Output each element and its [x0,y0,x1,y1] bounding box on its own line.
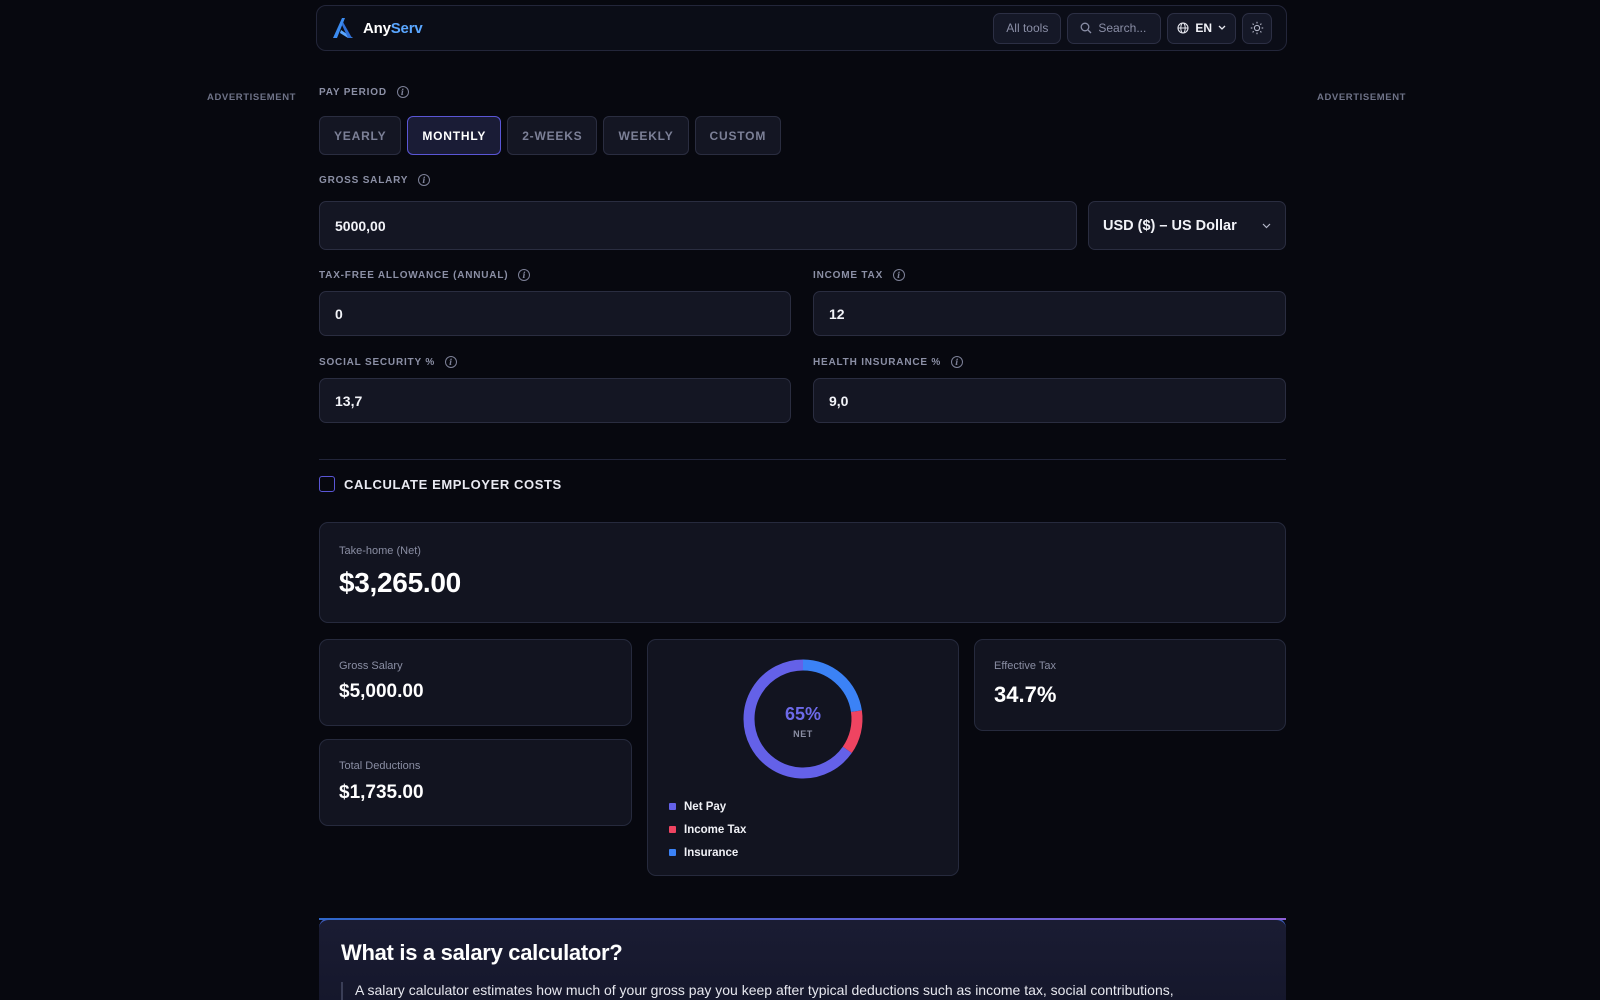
sun-icon [1250,21,1264,35]
page: AnyServ All tools Search... EN ADVERTISE… [0,0,1600,1000]
income-tax-value: 12 [829,305,845,322]
employer-costs-label: CALCULATE EMPLOYER COSTS [344,476,562,492]
info-icon[interactable]: i [893,269,906,281]
search-icon [1080,22,1092,34]
health-insurance-label: HEALTH INSURANCE % i [813,356,964,368]
gross-salary-card-value: $5,000.00 [339,681,424,702]
social-security-value: 13,7 [335,392,363,409]
health-insurance-input[interactable]: 9,0 [813,378,1286,423]
gross-salary-label: GROSS SALARY i [319,174,431,186]
salary-calculator-info-section: What is a salary calculator? A salary ca… [319,918,1286,1000]
gross-salary-card: Gross Salary $5,000.00 [319,639,632,726]
legend-swatch [669,849,676,856]
breakdown-chart-card: 65% NET Net Pay Income Tax Insurance [647,639,959,876]
effective-tax-card: Effective Tax 34.7% [974,639,1286,731]
legend-item-net-pay: Net Pay [669,795,746,818]
currency-select[interactable]: USD ($) – US Dollar [1088,201,1286,250]
info-icon[interactable]: i [518,269,531,281]
legend-item-income-tax: Income Tax [669,818,746,841]
pay-period-yearly[interactable]: YEARLY [319,116,402,155]
info-blockquote: A salary calculator estimates how much o… [341,982,1271,1000]
pay-period-label: PAY PERIOD i [319,86,409,98]
globe-icon [1177,22,1189,34]
total-deductions-value: $1,735.00 [339,782,424,803]
gross-salary-value: 5000,00 [335,217,386,234]
tax-free-allowance-label: TAX-FREE ALLOWANCE (ANNUAL) i [319,269,531,281]
legend-swatch [669,803,676,810]
form-divider [319,459,1286,460]
effective-tax-value: 34.7% [994,682,1057,707]
breakdown-donut-chart: 65% NET [743,659,863,779]
info-paragraph: A salary calculator estimates how much o… [355,982,1174,998]
legend-swatch [669,826,676,833]
gross-salary-input[interactable]: 5000,00 [319,201,1077,250]
pay-period-custom[interactable]: CUSTOM [694,116,782,155]
info-title: What is a salary calculator? [341,940,623,965]
all-tools-label: All tools [1006,21,1049,35]
info-icon[interactable]: i [418,174,431,186]
brand-name: AnyServ [363,19,423,37]
anyserv-logo-icon [333,18,353,38]
donut-percent: 65% [785,704,821,724]
pay-period-monthly[interactable]: MONTHLY [407,116,502,155]
income-tax-label: INCOME TAX i [813,269,906,281]
info-icon[interactable]: i [396,86,409,98]
chevron-down-icon [1262,223,1271,228]
income-tax-input[interactable]: 12 [813,291,1286,336]
donut-sub-label: NET [793,729,813,739]
language-code: EN [1195,21,1212,35]
all-tools-button[interactable]: All tools [993,12,1062,44]
header-actions: All tools Search... EN [993,12,1272,44]
tax-free-allowance-value: 0 [335,305,343,322]
social-security-input[interactable]: 13,7 [319,378,791,423]
currency-value: USD ($) – US Dollar [1103,217,1237,234]
language-selector[interactable]: EN [1167,12,1236,44]
net-pay-value: $3,265.00 [339,567,461,598]
total-deductions-label: Total Deductions [339,760,421,772]
social-security-label: SOCIAL SECURITY % i [319,356,458,368]
brand-logo[interactable]: AnyServ [331,16,423,40]
pay-period-selector: YEARLY MONTHLY 2-WEEKS WEEKLY CUSTOM [319,116,782,155]
health-insurance-value: 9,0 [829,392,849,409]
legend-item-insurance: Insurance [669,841,746,864]
pay-period-weekly[interactable]: WEEKLY [603,116,689,155]
gross-salary-card-label: Gross Salary [339,660,403,672]
search-input[interactable]: Search... [1067,12,1162,44]
employer-costs-option[interactable]: CALCULATE EMPLOYER COSTS [319,476,562,492]
theme-toggle-button[interactable] [1242,12,1272,44]
advertisement-label-left: ADVERTISEMENT [207,92,297,103]
advertisement-label-right: ADVERTISEMENT [1317,92,1407,103]
chevron-down-icon [1218,25,1226,30]
net-pay-label: Take-home (Net) [339,545,421,557]
total-deductions-card: Total Deductions $1,735.00 [319,739,632,826]
pay-period-2-weeks[interactable]: 2-WEEKS [507,116,598,155]
search-placeholder: Search... [1098,21,1147,35]
tax-free-allowance-input[interactable]: 0 [319,291,791,336]
top-navbar: AnyServ All tools Search... EN [316,5,1287,51]
effective-tax-label: Effective Tax [994,660,1056,672]
chart-legend: Net Pay Income Tax Insurance [669,795,746,864]
net-pay-card: Take-home (Net) $3,265.00 [319,522,1286,623]
employer-costs-checkbox[interactable] [319,476,335,492]
info-icon[interactable]: i [951,356,964,368]
info-icon[interactable]: i [445,356,458,368]
donut-segment-income-tax [842,710,863,754]
